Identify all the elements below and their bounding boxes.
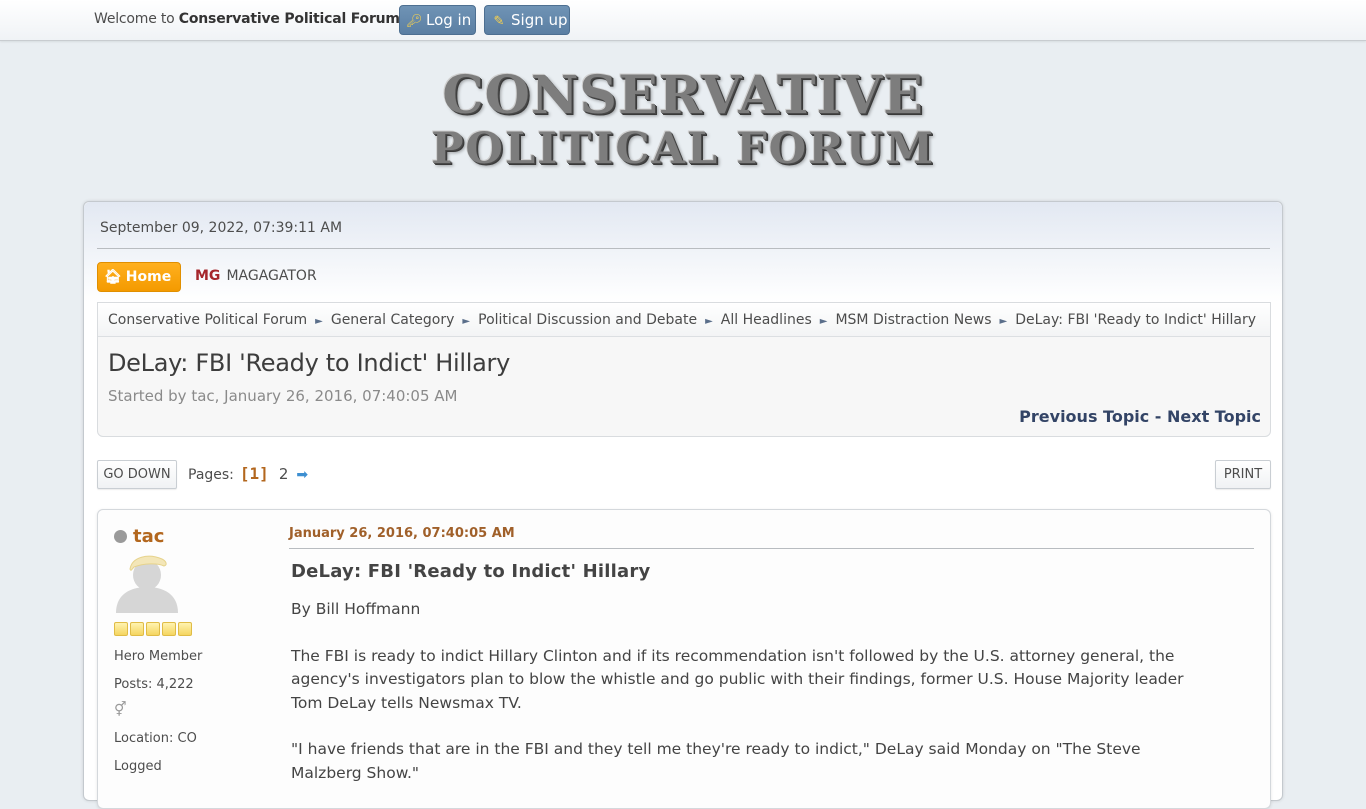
breadcrumb-separator-icon: ► — [819, 316, 828, 327]
welcome-site-name: Conservative Political Forum — [178, 11, 400, 27]
logo-line-1: CONSERVATIVE — [442, 65, 924, 126]
breadcrumb-item[interactable]: MSM Distraction News — [835, 312, 991, 328]
go-down-button[interactable]: GO DOWN — [97, 460, 177, 489]
logo-line-2: POLITICAL FORUM — [431, 124, 935, 174]
offline-status-icon — [114, 530, 127, 543]
post-date[interactable]: January 26, 2016, 07:40:05 AM — [289, 526, 1254, 549]
breadcrumb-separator-icon: ► — [705, 316, 713, 327]
login-button[interactable]: 🔑︎ Log in — [399, 5, 476, 35]
breadcrumb: Conservative Political Forum ► General Cat… — [98, 303, 1270, 337]
topic-navigation: Previous Topic - Next Topic — [1019, 407, 1261, 426]
poster-logged: Logged — [114, 759, 162, 774]
pagination: Pages: [1] 2 ➡ — [188, 464, 308, 483]
post-paragraph: The FBI is ready to indict Hillary Clint… — [291, 646, 1184, 712]
home-button[interactable]: 🏠︎ Home — [97, 262, 181, 292]
previous-topic-link[interactable]: Previous Topic — [1019, 407, 1149, 426]
login-label: Log in — [426, 11, 472, 29]
poster-location: Location: CO — [114, 731, 197, 746]
home-label: Home — [125, 269, 172, 285]
key-icon: 🔑︎ — [406, 14, 423, 29]
current-page: [1] — [239, 464, 269, 483]
signup-button[interactable]: ✎ Sign up — [484, 5, 570, 35]
breadcrumb-item[interactable]: Conservative Political Forum — [108, 312, 307, 328]
welcome-message: Welcome to Conservative Political Forum. — [94, 11, 404, 27]
topic-title: DeLay: FBI 'Ready to Indict' Hillary — [108, 349, 510, 377]
print-button[interactable]: PRINT — [1215, 460, 1271, 489]
pencil-add-icon: ✎ — [493, 14, 505, 29]
upper-section: September 09, 2022, 07:39:11 AM 🏠︎ Home M… — [84, 202, 1282, 302]
pages-label: Pages: — [188, 467, 234, 483]
post-body: By Bill Hoffmann The FBI is ready to ind… — [291, 598, 1211, 785]
home-icon: 🏠︎ — [104, 269, 122, 285]
next-topic-link[interactable]: Next Topic — [1167, 407, 1261, 426]
star-icon — [178, 622, 192, 636]
magagator-label: MAGAGATOR — [226, 268, 317, 284]
post-paragraph: "I have friends that are in the FBI and … — [291, 740, 1141, 782]
poster-rank: Hero Member — [114, 649, 203, 664]
forum-logo[interactable]: CONSERVATIVE POLITICAL FORUM — [412, 66, 954, 180]
breadcrumb-item[interactable]: Political Discussion and Debate — [478, 312, 697, 328]
current-datetime: September 09, 2022, 07:39:11 AM — [100, 220, 343, 236]
default-avatar-icon — [116, 555, 178, 613]
rank-stars — [114, 621, 264, 636]
poster-name[interactable]: tac — [133, 526, 164, 547]
main-wrapper: September 09, 2022, 07:39:11 AM 🏠︎ Home M… — [83, 201, 1283, 809]
post-subject: DeLay: FBI 'Ready to Indict' Hillary — [291, 561, 651, 582]
male-icon: ⚥ — [114, 702, 127, 718]
star-icon — [130, 622, 144, 636]
star-icon — [162, 622, 176, 636]
breadcrumb-separator-icon: ► — [462, 316, 471, 327]
magagator-link[interactable]: MG MAGAGATOR — [195, 268, 317, 284]
breadcrumb-item-current[interactable]: DeLay: FBI 'Ready to Indict' Hillary — [1015, 312, 1256, 328]
next-page-arrow-icon[interactable]: ➡ — [296, 467, 308, 483]
mg-badge: MG — [195, 268, 221, 284]
top-bar: Welcome to Conservative Political Forum.… — [0, 0, 1366, 41]
star-icon — [114, 622, 128, 636]
welcome-prefix: Welcome to — [94, 11, 179, 27]
poster-info: tac Hero Member Posts: 4,222 ⚥ Location:… — [114, 526, 264, 774]
breadcrumb-item[interactable]: All Headlines — [721, 312, 812, 328]
breadcrumb-separator-icon: ► — [315, 316, 323, 327]
poster-name-row: tac — [114, 526, 264, 547]
post-byline: By Bill Hoffmann — [291, 600, 421, 618]
page-link[interactable]: 2 — [279, 465, 289, 483]
post: tac Hero Member Posts: 4,222 ⚥ Location:… — [97, 509, 1271, 809]
topic-nav-separator: - — [1149, 407, 1168, 426]
avatar[interactable] — [114, 553, 180, 613]
breadcrumb-item[interactable]: General Category — [331, 312, 455, 328]
poster-post-count: Posts: 4,222 — [114, 677, 194, 692]
topic-header: Conservative Political Forum ► General Cat… — [97, 302, 1271, 437]
post-content: January 26, 2016, 07:40:05 AM DeLay: FBI… — [288, 526, 1254, 808]
topic-started-by: Started by tac, January 26, 2016, 07:40:… — [108, 387, 458, 405]
header-divider — [97, 248, 1270, 249]
star-icon — [146, 622, 160, 636]
signup-label: Sign up — [511, 11, 568, 29]
breadcrumb-separator-icon: ► — [999, 316, 1008, 327]
